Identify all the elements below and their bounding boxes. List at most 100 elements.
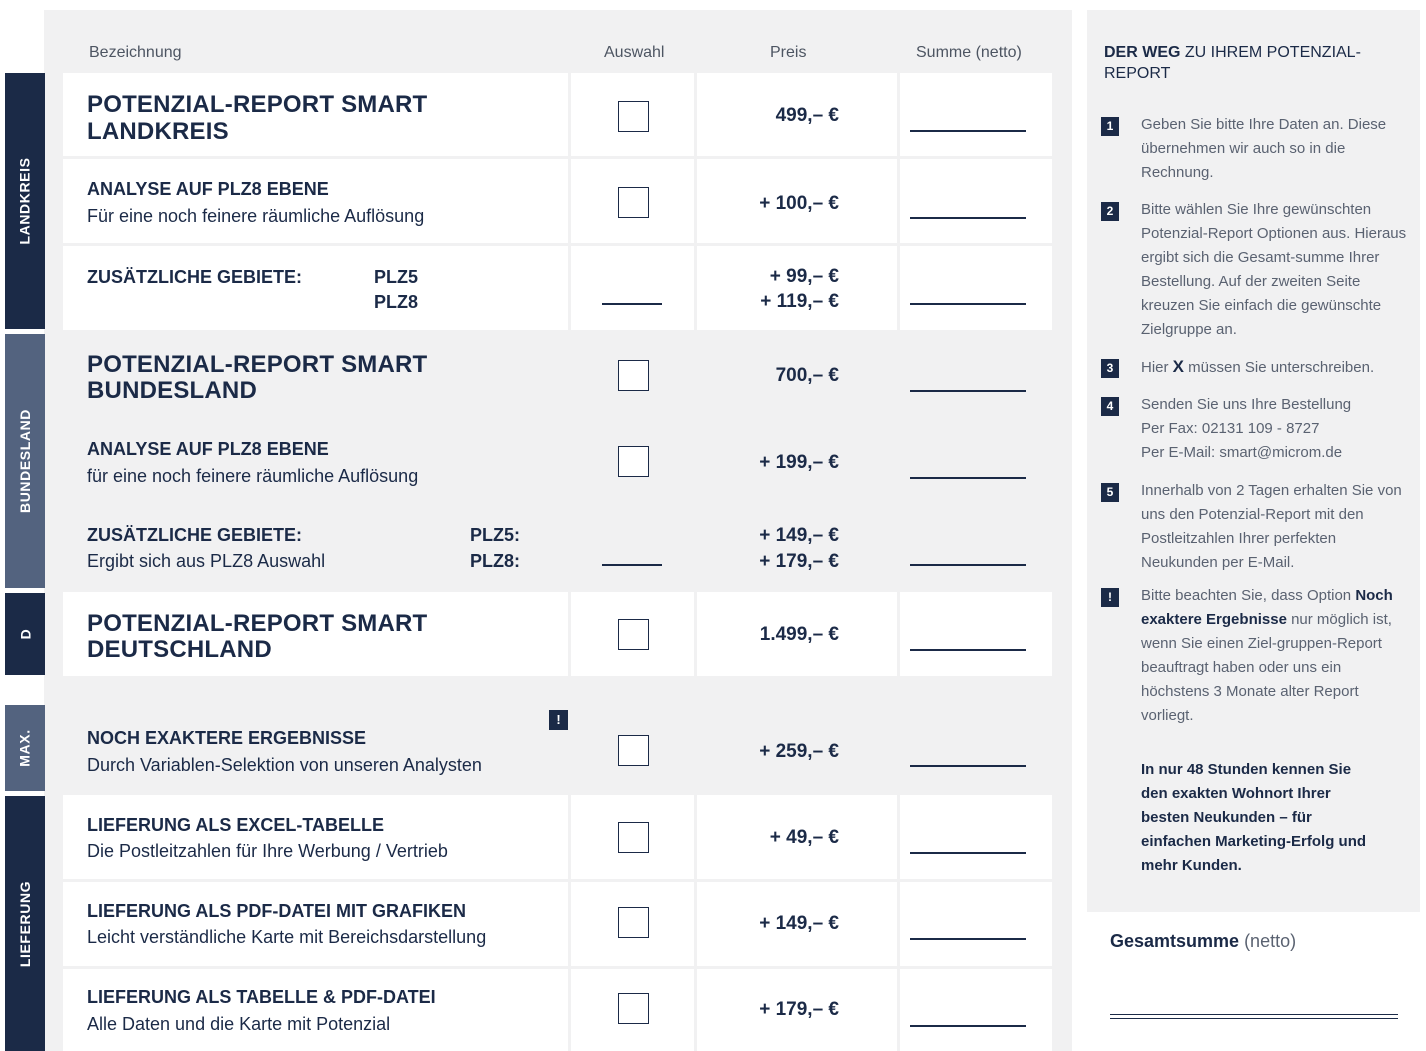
option-title: ANALYSE AUF PLZ8 EBENE	[87, 439, 329, 459]
option-subtitle: für eine noch feinere räumliche Auflösun…	[87, 466, 419, 486]
product-title: POTENZIAL-REPORT SMART	[87, 91, 428, 118]
table-row-landkreis-plz8: ANALYSE AUF PLZ8 EBENE Für eine noch fei…	[63, 159, 1052, 243]
sum-field-landkreis-report[interactable]	[910, 130, 1026, 132]
option-title: LIEFERUNG ALS TABELLE & PDF-DATEI	[87, 987, 436, 1007]
product-title: POTENZIAL-REPORT SMART	[87, 351, 428, 378]
option-subtitle: Durch Variablen-Selektion von unseren An…	[87, 755, 482, 775]
total-sum-label: Gesamtsumme (netto)	[1110, 931, 1297, 951]
table-row-bundesland-report: POTENZIAL-REPORT SMART BUNDESLAND 700,– …	[63, 333, 1052, 417]
checkbox-landkreis-report[interactable]	[618, 101, 649, 132]
sum-field-delivery-excel[interactable]	[910, 852, 1026, 854]
option-subtitle: Ergibt sich aus PLZ8 Auswahl	[87, 551, 326, 571]
checkbox-delivery-excel[interactable]	[618, 822, 649, 853]
option-title: ZUSÄTZLICHE GEBIETE:	[87, 267, 302, 287]
quantity-field-bundesland-extra[interactable]	[602, 564, 662, 566]
column-header-selection: Auswahl	[604, 44, 665, 61]
sum-field-landkreis-extra[interactable]	[910, 303, 1026, 305]
step-note: ! Bitte beachten Sie, dass Option Noch e…	[1101, 584, 1411, 732]
column-header-description: Bezeichnung	[89, 44, 182, 61]
price-plz8: + 119,– €	[760, 291, 839, 312]
step-1: 1 Geben Sie bitte Ihre Daten an. Diese ü…	[1101, 113, 1411, 189]
option-subtitle: Leicht verständliche Karte mit Bereichsd…	[87, 927, 487, 947]
fax-number: Per Fax: 02131 109 - 8727	[1141, 420, 1320, 437]
price: + 179,– €	[759, 999, 839, 1020]
plz5-label: PLZ5:	[470, 525, 521, 545]
table-row-deutschland-report: POTENZIAL-REPORT SMART DEUTSCHLAND 1.499…	[63, 592, 1052, 676]
step-4: 4 Senden Sie uns Ihre Bestellung Per Fax…	[1101, 393, 1411, 469]
checkbox-bundesland-report[interactable]	[618, 360, 649, 391]
side-tab-lieferung: LIEFERUNG	[5, 796, 45, 1051]
price: + 199,– €	[759, 452, 839, 473]
step-text: Geben Sie bitte Ihre Daten an. Diese übe…	[1141, 116, 1387, 181]
checkbox-max-exakt[interactable]	[618, 735, 649, 766]
total-sum-box: Gesamtsumme (netto)	[1087, 912, 1420, 1051]
table-row-landkreis-extra-areas: ZUSÄTZLICHE GEBIETE: PLZ5 PLZ8 + 99,– € …	[63, 246, 1052, 330]
side-tab-bundesland: BUNDESLAND	[5, 334, 45, 588]
step-number: 5	[1101, 483, 1119, 502]
instructions-panel: DER WEG ZU IHREM POTENZIAL-REPORT 1 Gebe…	[1087, 10, 1420, 1051]
price: + 49,– €	[769, 827, 839, 848]
step-text: Innerhalb von 2 Tagen erhalten Sie von u…	[1141, 482, 1402, 571]
quantity-field-landkreis-extra[interactable]	[602, 303, 662, 305]
side-tab-max: MAX.	[5, 705, 45, 791]
option-subtitle: Die Postleitzahlen für Ihre Werbung / Ve…	[87, 841, 448, 861]
step-3: 3 Hier X müssen Sie unterschreiben.	[1101, 355, 1411, 381]
plz5-label: PLZ5	[374, 267, 419, 287]
sum-field-bundesland-report[interactable]	[910, 390, 1026, 392]
price: + 100,– €	[759, 193, 839, 214]
price-plz5: + 99,– €	[769, 266, 839, 287]
signature-x-mark: X	[1172, 357, 1185, 376]
step-text: Hier X müssen Sie unterschreiben.	[1141, 357, 1375, 376]
step-2: 2 Bitte wählen Sie Ihre gewünschten Pote…	[1101, 198, 1411, 346]
side-tab-landkreis: LANDKREIS	[5, 73, 45, 329]
table-row-bundesland-plz8: ANALYSE AUF PLZ8 EBENE für eine noch fei…	[63, 420, 1052, 504]
step-number: 2	[1101, 202, 1119, 221]
table-row-max-exakt: NOCH EXAKTERE ERGEBNISSE Durch Variablen…	[63, 708, 1052, 792]
option-title: ANALYSE AUF PLZ8 EBENE	[87, 179, 329, 199]
plz8-label: PLZ8:	[470, 551, 521, 571]
step-number: 3	[1101, 359, 1119, 378]
price: 1.499,– €	[759, 624, 839, 645]
price: 499,– €	[775, 105, 839, 126]
option-subtitle: Alle Daten und die Karte mit Potenzial	[87, 1014, 391, 1034]
instructions-title: DER WEG ZU IHREM POTENZIAL-REPORT	[1104, 44, 1361, 82]
table-row-delivery-both: LIEFERUNG ALS TABELLE & PDF-DATEI Alle D…	[63, 969, 1052, 1051]
table-row-delivery-excel: LIEFERUNG ALS EXCEL-TABELLE Die Postleit…	[63, 795, 1052, 879]
option-title: LIEFERUNG ALS PDF-DATEI MIT GRAFIKEN	[87, 901, 466, 921]
sum-field-landkreis-plz8[interactable]	[910, 217, 1026, 219]
step-text: Senden Sie uns Ihre Bestellung Per Fax: …	[1141, 393, 1411, 465]
total-sum-field[interactable]	[1110, 1014, 1398, 1019]
sum-field-deutschland-report[interactable]	[910, 649, 1026, 651]
sum-field-bundesland-extra[interactable]	[910, 564, 1026, 566]
email-address: Per E-Mail: smart@microm.de	[1141, 444, 1343, 461]
sum-field-delivery-pdf[interactable]	[910, 938, 1026, 940]
plz8-label: PLZ8	[374, 292, 419, 312]
checkbox-delivery-pdf[interactable]	[618, 907, 649, 938]
checkbox-landkreis-plz8[interactable]	[618, 187, 649, 218]
warning-icon: !	[1101, 588, 1119, 607]
table-row-delivery-pdf: LIEFERUNG ALS PDF-DATEI MIT GRAFIKEN Lei…	[63, 882, 1052, 966]
price: + 149,– €	[759, 913, 839, 934]
sum-field-max-exakt[interactable]	[910, 765, 1026, 767]
product-region: LANDKREIS	[87, 118, 229, 145]
table-row-bundesland-extra-areas: ZUSÄTZLICHE GEBIETE: Ergibt sich aus PLZ…	[63, 507, 1052, 589]
product-title: POTENZIAL-REPORT SMART	[87, 610, 428, 637]
checkbox-bundesland-plz8[interactable]	[618, 446, 649, 477]
step-text: Bitte wählen Sie Ihre gewünschten Potenz…	[1141, 201, 1407, 338]
checkbox-deutschland-report[interactable]	[618, 619, 649, 650]
step-5: 5 Innerhalb von 2 Tagen erhalten Sie von…	[1101, 479, 1411, 579]
promo-text: In nur 48 Stunden kennen Sie den exakten…	[1141, 761, 1367, 874]
step-text: Bitte beachten Sie, dass Option Noch exa…	[1141, 587, 1393, 724]
price: 700,– €	[775, 365, 839, 386]
sum-field-delivery-both[interactable]	[910, 1025, 1026, 1027]
option-title: LIEFERUNG ALS EXCEL-TABELLE	[87, 815, 384, 835]
checkbox-delivery-both[interactable]	[618, 993, 649, 1024]
price: + 259,– €	[759, 741, 839, 762]
option-title: NOCH EXAKTERE ERGEBNISSE	[87, 728, 367, 748]
sum-field-bundesland-plz8[interactable]	[910, 477, 1026, 479]
price-plz5: + 149,– €	[759, 525, 839, 546]
warning-icon: !	[549, 710, 568, 730]
column-header-price: Preis	[770, 44, 807, 61]
product-region: DEUTSCHLAND	[87, 636, 272, 663]
price-plz8: + 179,– €	[759, 551, 839, 572]
